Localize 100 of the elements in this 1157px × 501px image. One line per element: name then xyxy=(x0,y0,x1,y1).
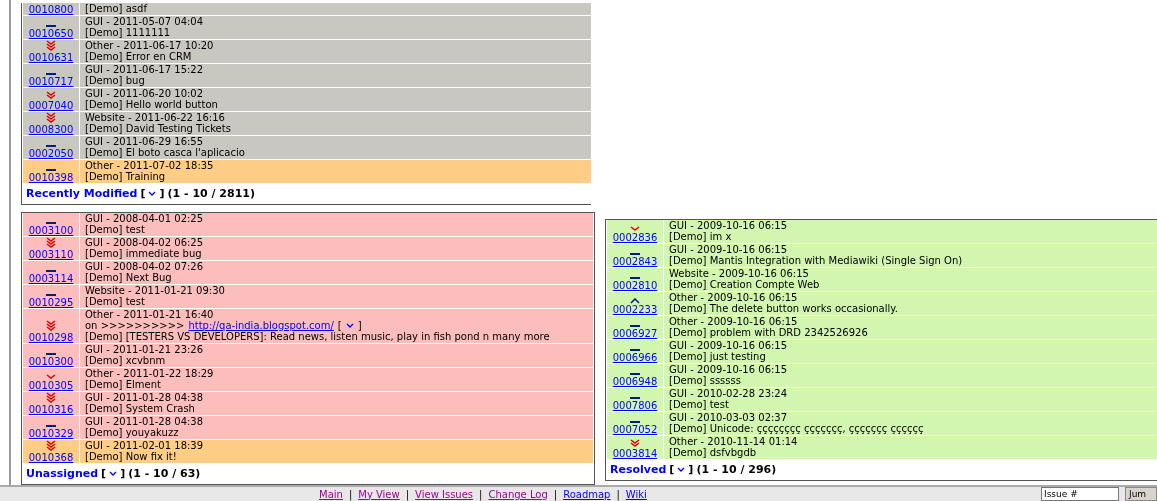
issue-id-link[interactable]: 0002810 xyxy=(612,280,658,291)
summary-text: on >>>>>>>>>> xyxy=(85,320,185,331)
external-link-icon[interactable] xyxy=(109,470,118,477)
issue-id-link[interactable]: 0002233 xyxy=(612,304,658,315)
issue-summary: [Demo] Error en CRM xyxy=(85,51,193,62)
issue-summary: [Demo] The delete button works occasionally. xyxy=(669,303,898,314)
issue-id-link[interactable]: 0006927 xyxy=(612,328,658,339)
issue-id-link[interactable]: 0006966 xyxy=(612,352,658,363)
down-chevron-icon xyxy=(46,440,56,452)
normal-priority-icon xyxy=(46,269,56,273)
menu-link[interactable]: Change Log xyxy=(488,488,548,500)
url-link[interactable]: http://qa-india.blogspot.com/ xyxy=(188,320,334,331)
normal-priority-icon xyxy=(630,348,640,352)
category-date: GUI - 2011-02-01 18:39 xyxy=(85,440,204,451)
issue-id-link[interactable]: 0010305 xyxy=(28,380,74,391)
category-date: Other - 2009-10-16 06:15 xyxy=(669,316,799,327)
down-chevron-icon xyxy=(46,320,56,332)
down-chevron-icon xyxy=(46,91,56,100)
issue-id-link[interactable]: 0002843 xyxy=(612,256,658,267)
category-date: Other - 2011-01-21 16:40 xyxy=(85,309,215,320)
down-chevron-icon xyxy=(630,226,640,232)
issue-id-link[interactable]: 0002836 xyxy=(612,232,658,243)
normal-priority-icon xyxy=(630,252,640,256)
normal-priority-icon xyxy=(46,352,56,356)
issue-id-link[interactable]: 0010300 xyxy=(28,356,74,367)
issue-id-link[interactable]: 0003110 xyxy=(28,249,74,260)
issue-id-link[interactable]: 0003100 xyxy=(28,225,74,236)
issue-count: (1 - 10 / 63) xyxy=(128,467,201,480)
category-date: GUI - 2011-06-29 16:55 xyxy=(85,136,205,147)
category-date: Other - 2011-01-22 18:29 xyxy=(85,368,214,379)
category-date: GUI - 2009-10-16 06:15 xyxy=(669,244,789,255)
issue-id-link[interactable]: 0006948 xyxy=(612,376,658,387)
issue-summary: [Demo] ssssss xyxy=(669,375,742,386)
external-link-icon[interactable] xyxy=(345,322,354,329)
issue-summary: [Demo] Mantis Integration with Mediawiki (Single Sign On) xyxy=(669,255,963,266)
issue-id-link[interactable]: 0010298 xyxy=(28,332,74,343)
menu-link[interactable]: My View xyxy=(358,488,400,500)
category-date: Other - 2011-07-02 18:35 xyxy=(85,160,214,171)
separator: | xyxy=(479,488,483,500)
issue-id-link[interactable]: 0010329 xyxy=(28,428,74,439)
normal-priority-icon xyxy=(46,424,56,428)
issue-id-link[interactable]: 0002050 xyxy=(28,148,74,159)
bracket-text: ] xyxy=(357,320,362,331)
issue-id-link[interactable]: 0003814 xyxy=(612,448,658,459)
category-date: GUI - 2011-06-17 15:22 xyxy=(85,64,204,75)
issue-id-link[interactable]: 0010800 xyxy=(28,4,74,15)
menu-link[interactable]: Roadmap xyxy=(563,488,611,500)
issue-summary: [Demo] El boto casca l'aplicacio xyxy=(85,147,245,158)
issue-summary: [Demo] test xyxy=(85,296,146,307)
issue-id-link[interactable]: 0010650 xyxy=(28,28,74,39)
bracket-text: ] xyxy=(120,467,126,480)
external-link-icon[interactable] xyxy=(148,190,157,197)
jump-button[interactable]: Jum xyxy=(1125,487,1157,501)
issue-id-link[interactable]: 0007040 xyxy=(28,100,74,111)
category-date: GUI - 2011-05-07 04:04 xyxy=(85,16,204,27)
issue-id-link[interactable]: 0010631 xyxy=(28,52,74,63)
separator: | xyxy=(553,488,558,500)
external-link-icon[interactable] xyxy=(677,466,686,473)
issue-summary: [Demo] David Testing Tickets xyxy=(85,123,231,134)
up-chevron-icon xyxy=(630,298,640,304)
section-title-link[interactable]: Unassigned xyxy=(26,467,99,480)
section-title-link[interactable]: Recently Modified xyxy=(26,187,138,200)
menu-link[interactable]: Wiki xyxy=(625,488,647,500)
category-date: Website - 2011-01-21 09:30 xyxy=(85,285,225,296)
category-date: GUI - 2009-10-16 06:15 xyxy=(669,220,788,231)
down-chevron-icon xyxy=(46,374,56,380)
issue-summary: [Demo] Creation Compte Web xyxy=(669,279,820,290)
category-date: Other - 2009-10-16 06:15 xyxy=(669,292,799,303)
issue-count: (1 - 10 / 2811) xyxy=(167,187,256,200)
category-date: GUI - 2009-10-16 06:15 xyxy=(669,340,788,351)
issue-summary: [Demo] dsfvbgdb xyxy=(669,447,758,458)
issue-id-link[interactable]: 0010316 xyxy=(28,404,74,415)
issue-summary: [Demo] immediate bug xyxy=(85,248,203,259)
issue-summary: [Demo] test xyxy=(85,224,146,235)
issue-id-link[interactable]: 0010295 xyxy=(28,297,74,308)
category-date: GUI - 2011-06-20 10:02 xyxy=(85,88,205,99)
issue-summary: [Demo] youyakuzz xyxy=(85,427,180,438)
issue-number-field[interactable]: Issue # xyxy=(1041,487,1119,501)
issue-id-link[interactable]: 0010368 xyxy=(28,452,74,463)
menu-link[interactable]: Main xyxy=(319,488,343,500)
issue-id-link[interactable]: 0010717 xyxy=(28,76,74,87)
section-title-link[interactable]: Resolved xyxy=(610,463,667,476)
bracket-text: [ xyxy=(337,320,342,331)
normal-priority-icon xyxy=(46,293,56,297)
menu-link[interactable]: View Issues xyxy=(415,488,474,500)
issue-id-link[interactable]: 0007806 xyxy=(612,400,658,411)
normal-priority-icon xyxy=(46,168,56,172)
issue-summary: [Demo] 1111111 xyxy=(85,27,172,38)
issue-id-link[interactable]: 0008300 xyxy=(28,124,74,135)
issue-id-link[interactable]: 0007052 xyxy=(612,424,658,435)
normal-priority-icon xyxy=(46,72,56,76)
issue-id-link[interactable]: 0003114 xyxy=(28,273,74,284)
normal-priority-icon xyxy=(630,324,640,328)
normal-priority-icon xyxy=(630,420,640,424)
category-date: GUI - 2009-10-16 06:15 xyxy=(669,364,788,375)
normal-priority-icon xyxy=(630,276,640,280)
issue-summary: [Demo] [TESTERS VS DEVELOPERS]: Read news, listen music, play in fish pond n many more xyxy=(85,331,550,342)
issue-summary: [Demo] bug xyxy=(85,75,146,86)
issue-id-link[interactable]: 0010398 xyxy=(28,172,74,183)
issue-summary: [Demo] Hello world button xyxy=(85,99,218,110)
